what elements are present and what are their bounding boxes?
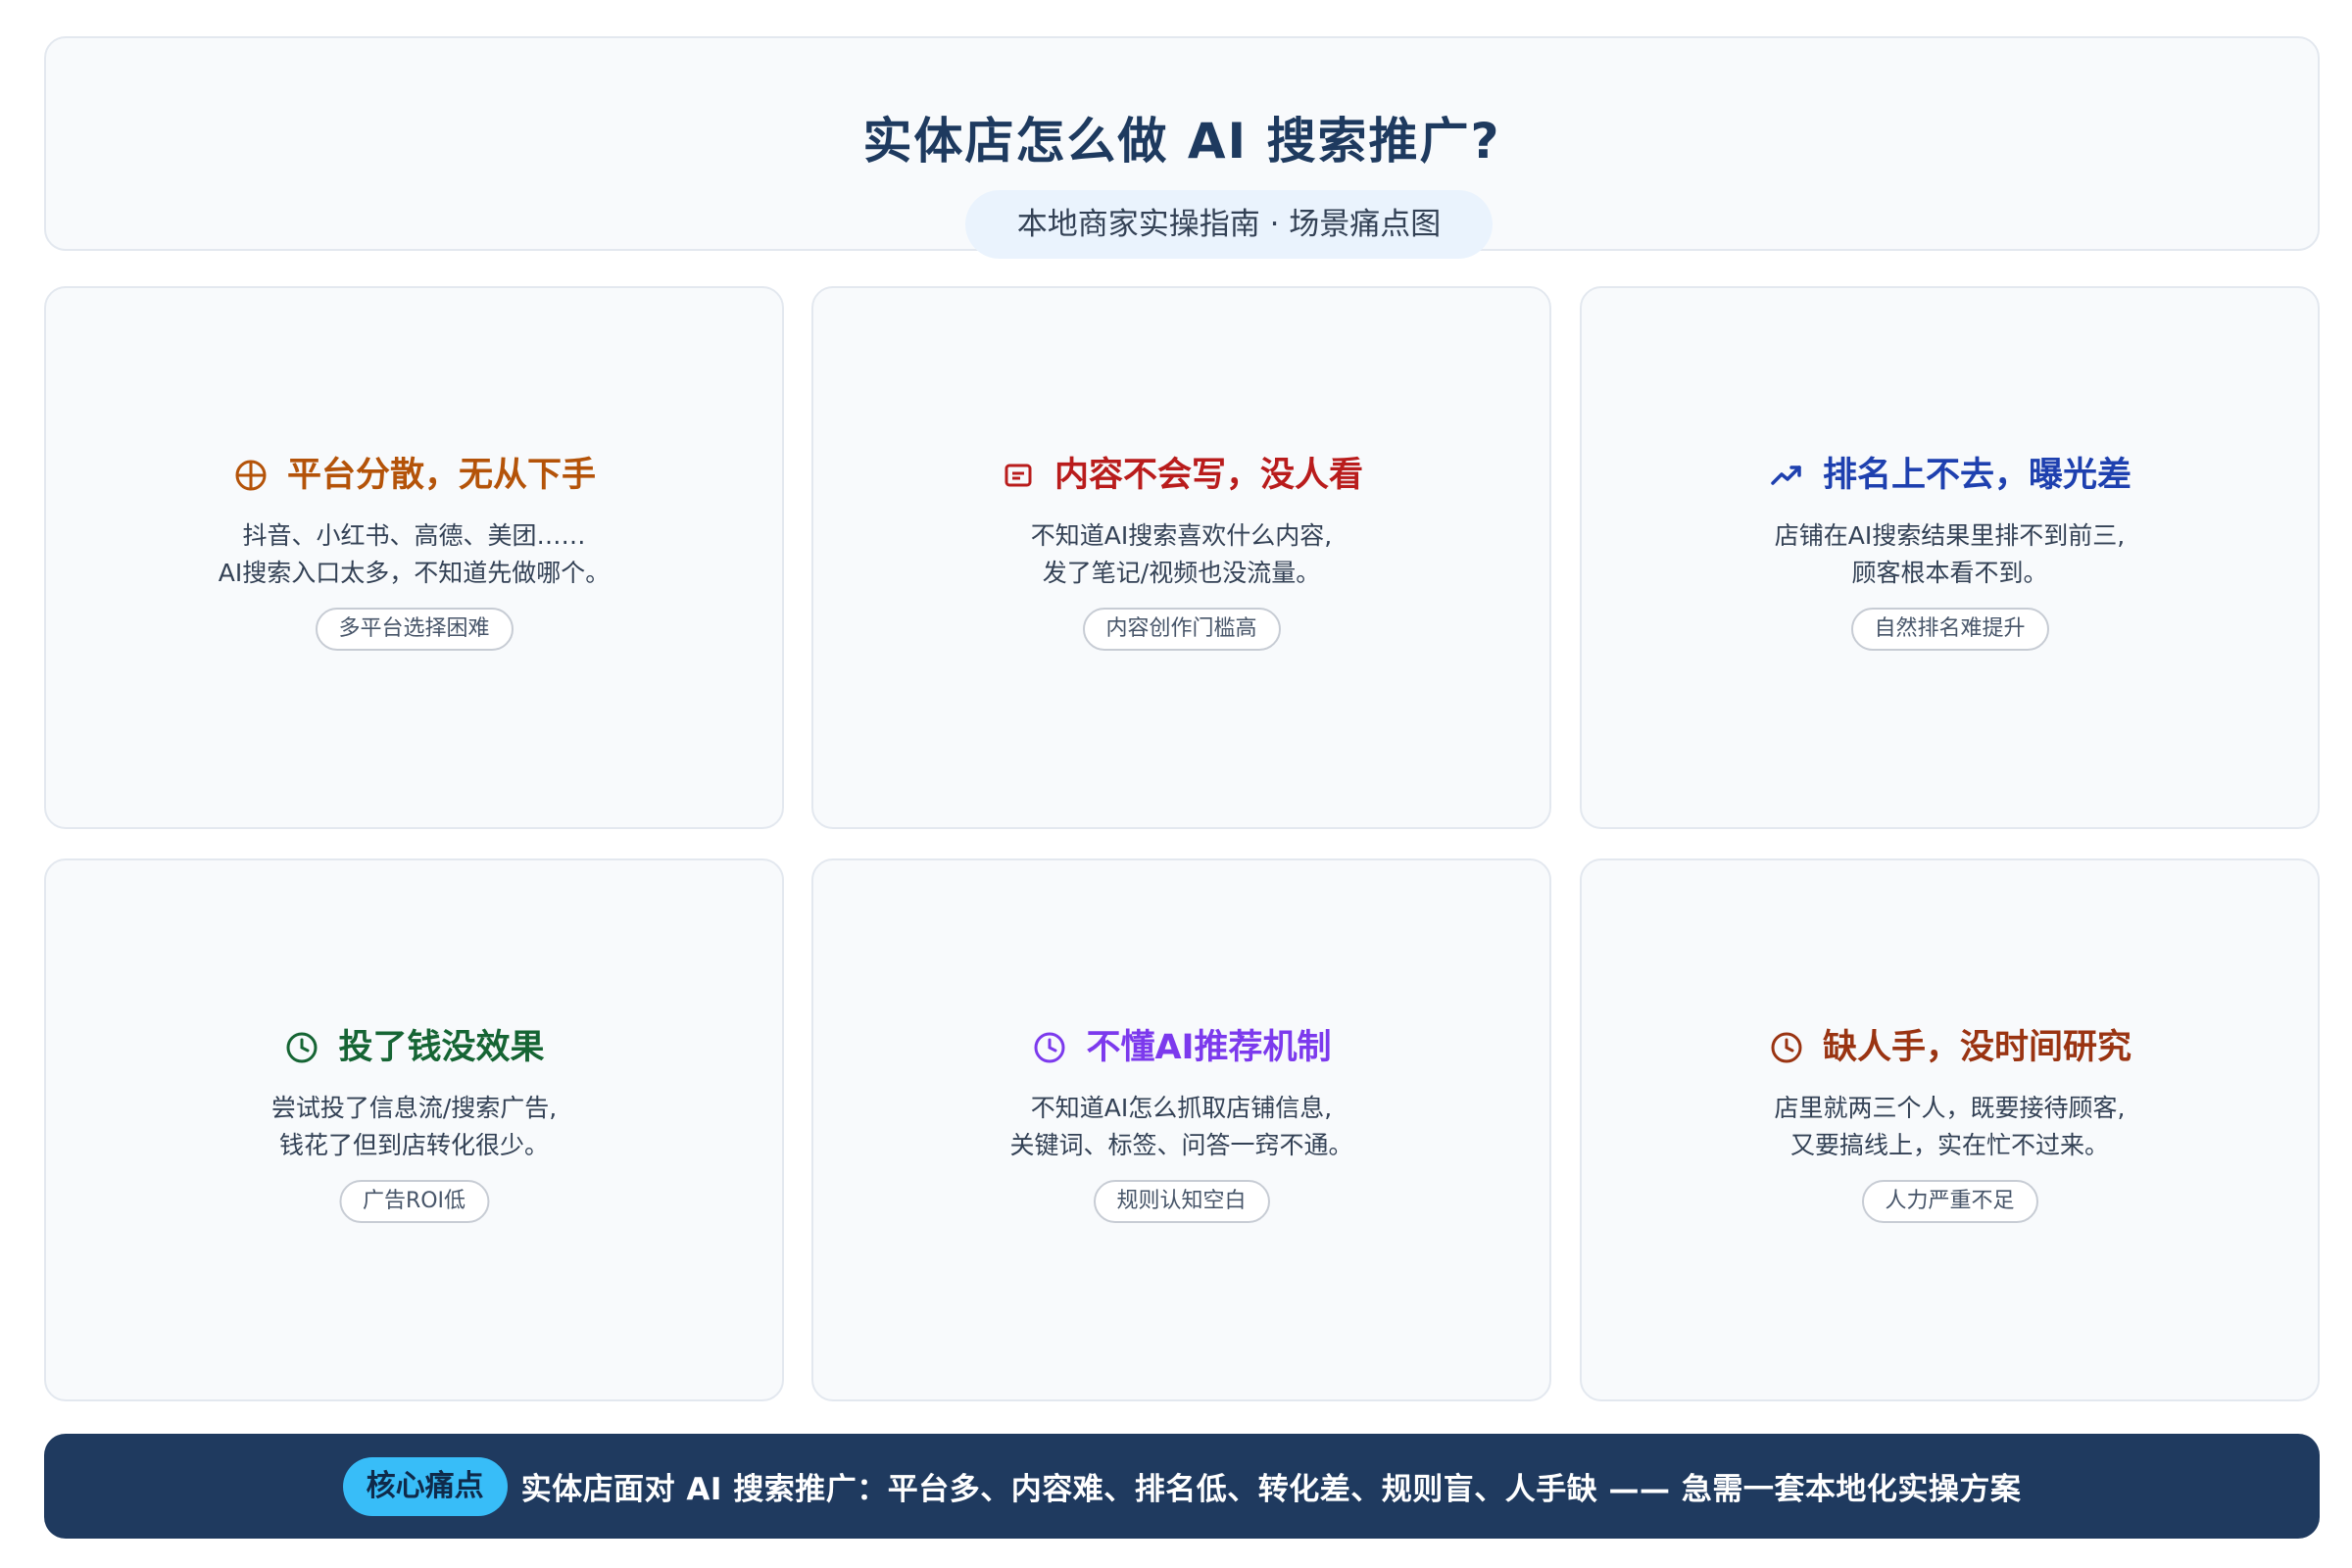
core-pain-badge: 核心痛点	[342, 1456, 508, 1516]
card-tag: 广告ROI低	[338, 1180, 490, 1223]
trending-up-icon	[1768, 457, 1805, 494]
card-title: 排名上不去，曝光差	[1582, 451, 2318, 500]
card-description: 不知道AI搜索喜欢什么内容, 发了笔记/视频也没流量。	[813, 517, 1549, 592]
page: 实体店怎么做 AI 搜索推广? 本地商家实操指南 · 场景痛点图 平台分散，无从…	[0, 0, 2352, 1568]
card-description: 店铺在AI搜索结果里排不到前三, 顾客根本看不到。	[1582, 517, 2318, 592]
clock-icon	[283, 1029, 320, 1066]
card-title-text: 平台分散，无从下手	[286, 456, 596, 495]
card-description: 不知道AI怎么抓取店铺信息, 关键词、标签、问答一窍不通。	[813, 1090, 1549, 1164]
card-title-text: 内容不会写，没人看	[1054, 456, 1363, 495]
card-desc-line: 发了笔记/视频也没流量。	[1042, 559, 1321, 587]
card-desc-line: 钱花了但到店转化很少。	[278, 1131, 549, 1159]
card-title-text: 不懂AI推荐机制	[1086, 1028, 1332, 1067]
card-desc-line: 不知道AI搜索喜欢什么内容,	[1030, 521, 1333, 550]
card-title: 不懂AI推荐机制	[813, 1023, 1549, 1072]
card-desc-line: 店里就两三个人，既要接待顾客,	[1774, 1094, 2126, 1122]
card-desc-line: 关键词、标签、问答一窍不通。	[1009, 1131, 1353, 1159]
clock-icon	[1768, 1029, 1805, 1066]
card-title: 内容不会写，没人看	[813, 451, 1549, 500]
card-desc-line: 顾客根本看不到。	[1851, 559, 2048, 587]
card-title: 平台分散，无从下手	[46, 451, 782, 500]
crosshair-icon	[232, 457, 270, 494]
card-tag: 自然排名难提升	[1850, 608, 2049, 651]
footer-banner: 核心痛点 实体店面对 AI 搜索推广：平台多、内容难、排名低、转化差、规则盲、人…	[44, 1434, 2320, 1539]
card-desc-line: 抖音、小红书、高德、美团……	[242, 521, 586, 550]
card-description: 抖音、小红书、高德、美团…… AI搜索入口太多，不知道先做哪个。	[46, 517, 782, 592]
card-desc-line: 不知道AI怎么抓取店铺信息,	[1030, 1094, 1333, 1122]
card-ad-spend: 投了钱没效果 尝试投了信息流/搜索广告, 钱花了但到店转化很少。 广告ROI低	[44, 858, 784, 1401]
header-panel: 实体店怎么做 AI 搜索推广? 本地商家实操指南 · 场景痛点图	[44, 36, 2320, 259]
card-tag: 规则认知空白	[1093, 1180, 1270, 1223]
clock-icon	[1031, 1029, 1068, 1066]
card-manpower: 缺人手，没时间研究 店里就两三个人，既要接待顾客, 又要搞线上，实在忙不过来。 …	[1580, 858, 2320, 1401]
page-title: 实体店怎么做 AI 搜索推广?	[862, 113, 1501, 170]
card-tag: 内容创作门槛高	[1082, 608, 1281, 651]
card-content-writing: 内容不会写，没人看 不知道AI搜索喜欢什么内容, 发了笔记/视频也没流量。 内容…	[811, 286, 1551, 829]
card-platform-scattered: 平台分散，无从下手 抖音、小红书、高德、美团…… AI搜索入口太多，不知道先做哪…	[44, 286, 784, 829]
card-description: 店里就两三个人，既要接待顾客, 又要搞线上，实在忙不过来。	[1582, 1090, 2318, 1164]
card-tag: 人力严重不足	[1861, 1180, 2038, 1223]
card-desc-line: 又要搞线上，实在忙不过来。	[1789, 1131, 2109, 1159]
card-ranking: 排名上不去，曝光差 店铺在AI搜索结果里排不到前三, 顾客根本看不到。 自然排名…	[1580, 286, 2320, 829]
card-desc-line: AI搜索入口太多，不知道先做哪个。	[218, 559, 611, 587]
card-title-text: 投了钱没效果	[338, 1028, 545, 1067]
card-title-text: 缺人手，没时间研究	[1822, 1028, 2132, 1067]
card-title: 缺人手，没时间研究	[1582, 1023, 2318, 1072]
card-title-text: 排名上不去，曝光差	[1822, 456, 2132, 495]
card-title: 投了钱没效果	[46, 1023, 782, 1072]
footer-summary: 实体店面对 AI 搜索推广：平台多、内容难、排名低、转化差、规则盲、人手缺 ——…	[520, 1472, 2022, 1507]
document-icon	[1000, 457, 1037, 494]
subtitle-pill: 本地商家实操指南 · 场景痛点图	[965, 190, 1493, 259]
card-description: 尝试投了信息流/搜索广告, 钱花了但到店转化很少。	[46, 1090, 782, 1164]
card-tag: 多平台选择困难	[315, 608, 514, 651]
card-desc-line: 尝试投了信息流/搜索广告,	[270, 1094, 558, 1122]
card-ai-mechanism: 不懂AI推荐机制 不知道AI怎么抓取店铺信息, 关键词、标签、问答一窍不通。 规…	[811, 858, 1551, 1401]
card-desc-line: 店铺在AI搜索结果里排不到前三,	[1774, 521, 2126, 550]
